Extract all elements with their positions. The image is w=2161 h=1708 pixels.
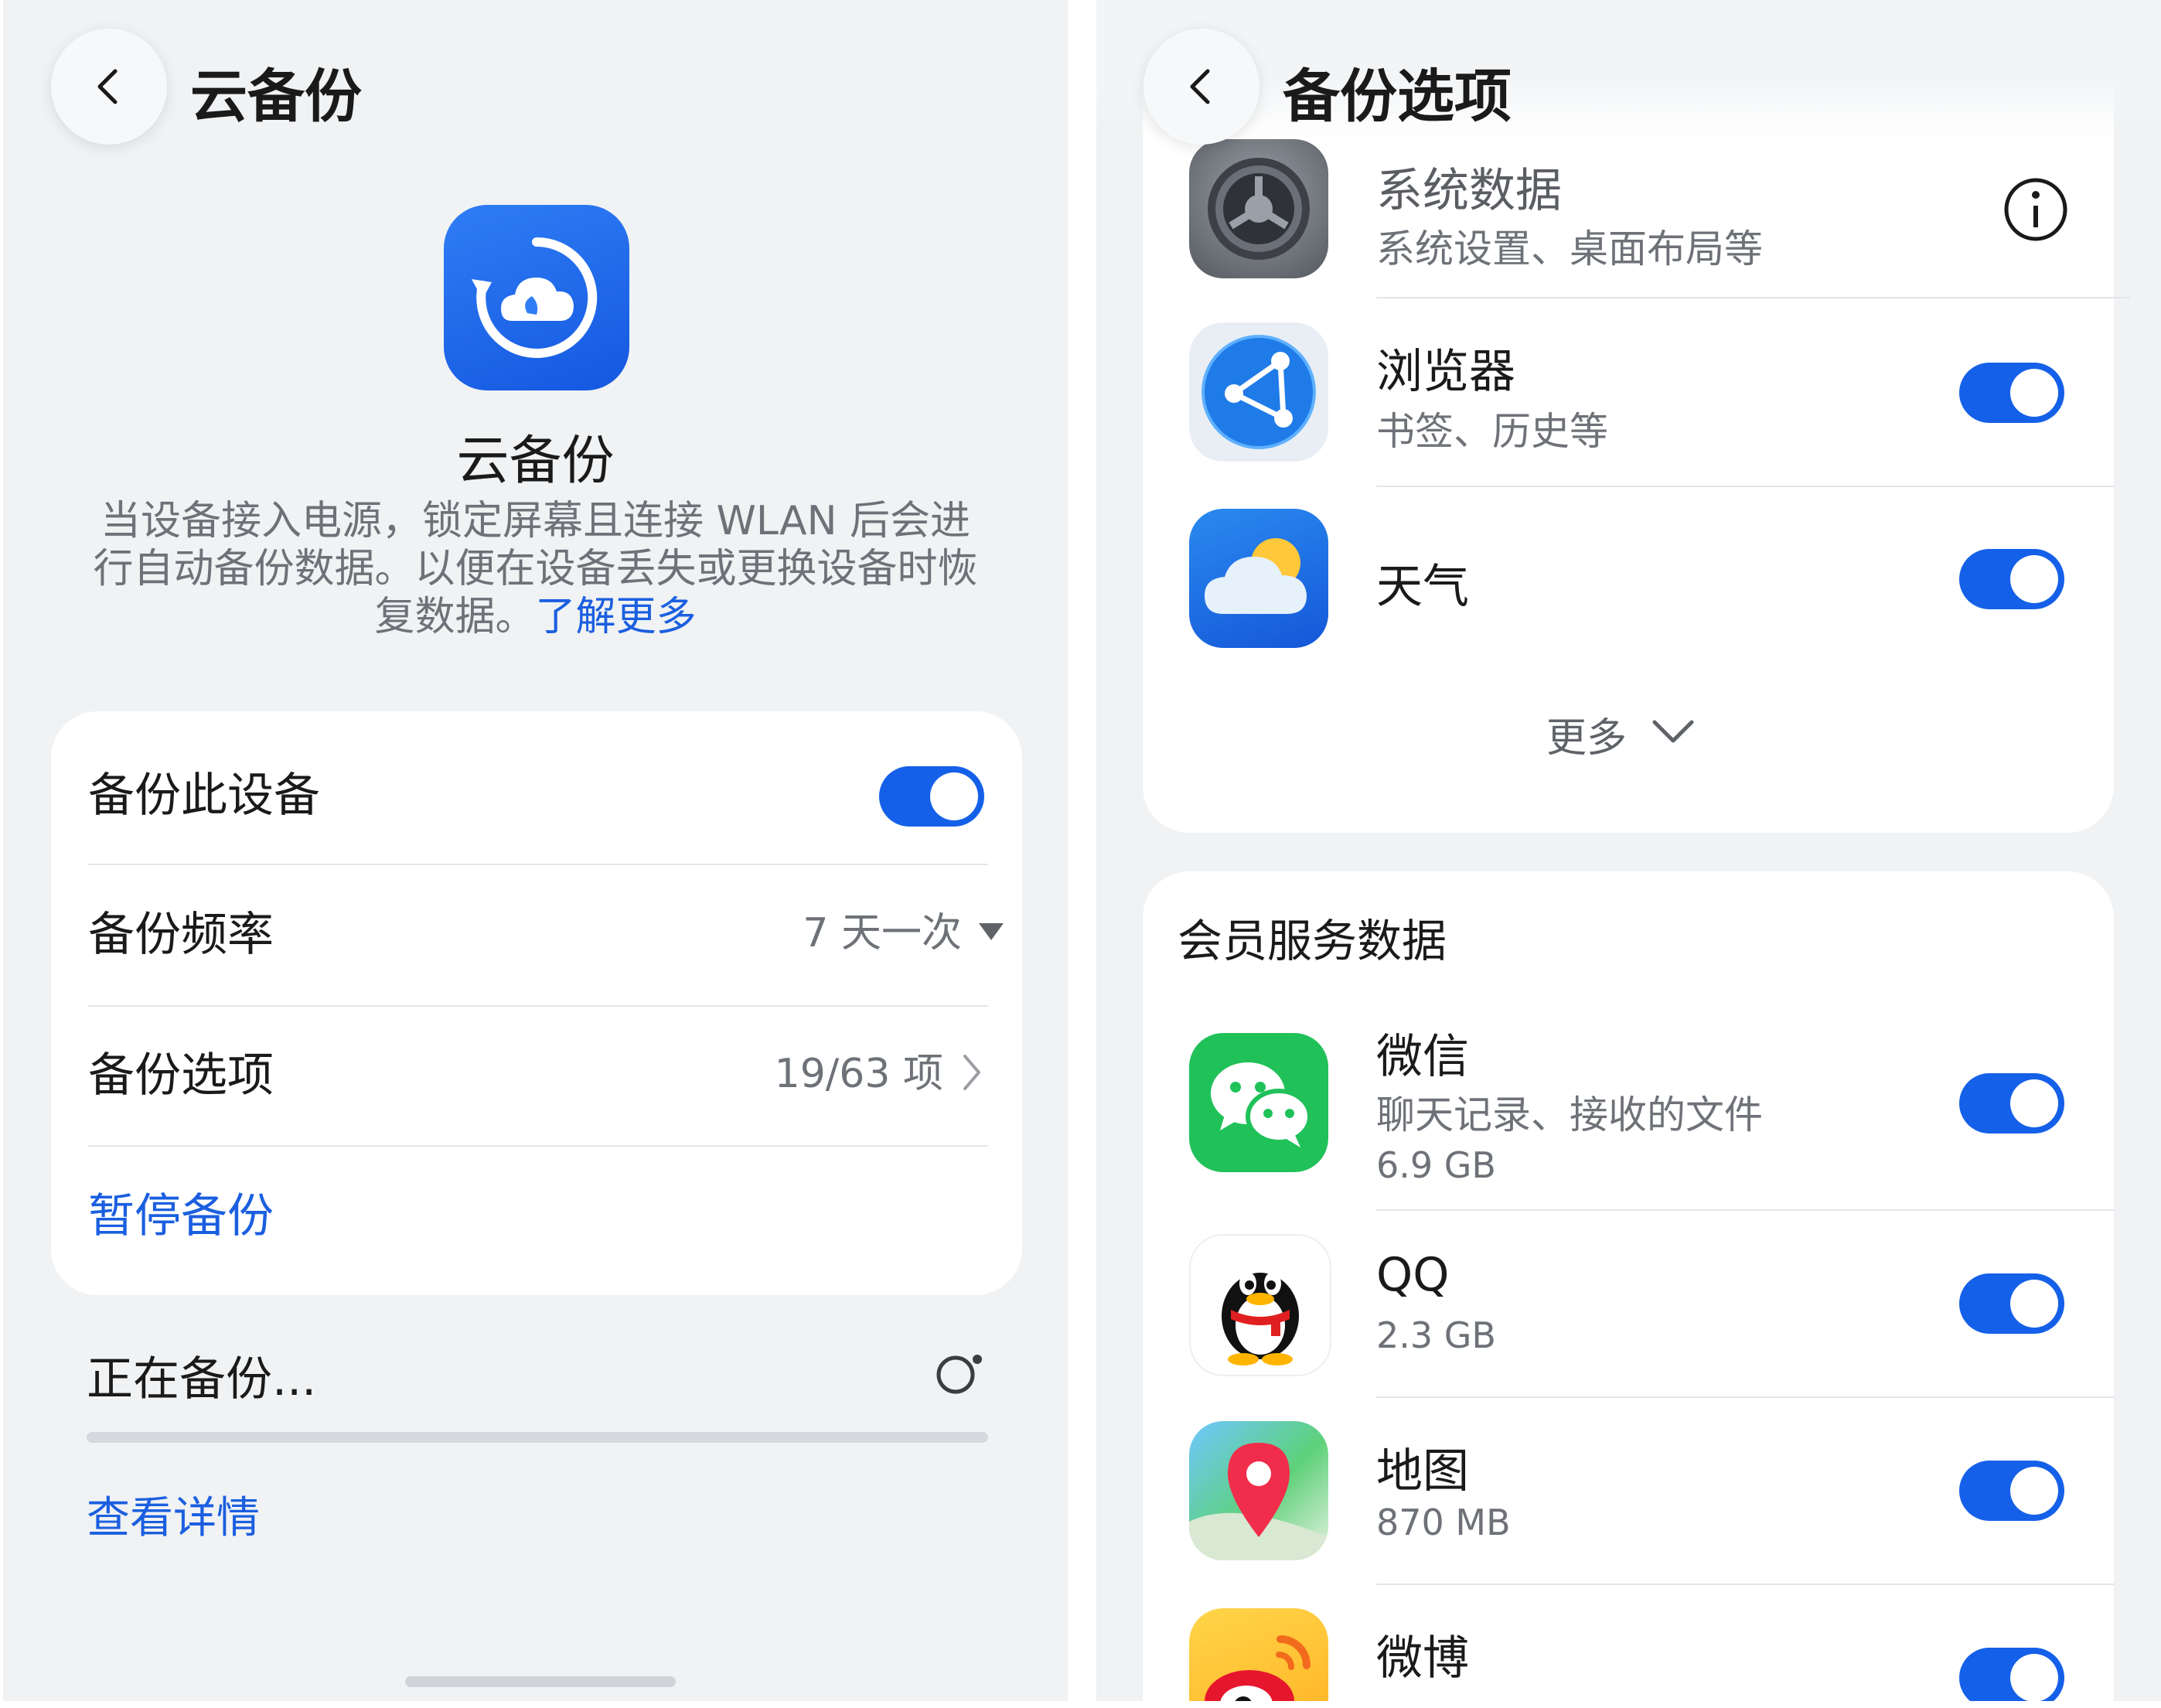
divider [1376, 1396, 2115, 1398]
weather-title: 天气 [1376, 560, 1469, 614]
chevron-left-icon [97, 69, 118, 104]
divider [88, 864, 988, 865]
map-icon [1189, 1443, 1328, 1560]
more-button[interactable]: 更多 [1546, 705, 1627, 763]
wechat-app-icon [1189, 1033, 1328, 1172]
gear-icon [1208, 158, 1310, 260]
divider [1376, 297, 2130, 298]
browser-title: 浏览器 [1376, 345, 1515, 399]
map-app-icon [1189, 1421, 1328, 1560]
description-line-3: 复数据。了解更多 [73, 593, 998, 641]
browser-subtitle: 书签、历史等 [1376, 409, 1608, 454]
weibo-icon [1205, 1635, 1311, 1701]
weather-toggle[interactable] [1959, 549, 2064, 609]
pause-backup-button[interactable]: 暂停备份 [88, 1178, 274, 1246]
weibo-app-icon [1189, 1608, 1328, 1701]
cloud-backup-app-icon [444, 205, 629, 390]
app-name: 云备份 [456, 431, 615, 492]
divider [1376, 1209, 2115, 1211]
system-data-app-icon [1189, 139, 1328, 278]
qq-app-icon [1189, 1234, 1331, 1376]
wechat-subtitle: 聊天记录、接收的文件 [1376, 1093, 1763, 1137]
system-data-subtitle: 系统设置、桌面布局等 [1376, 227, 1763, 271]
options-label: 备份选项 [88, 1048, 274, 1103]
divider [1376, 486, 2115, 487]
qq-title: QQ [1376, 1248, 1450, 1302]
browser-toggle[interactable] [1959, 363, 2064, 423]
backup-options-screen: 系统数据 系统设置、桌面布局等 备份选项 浏览器 书签、历史等 天气 更多 会员… [1096, 0, 2161, 1701]
frequency-value[interactable]: 7 天一次 [803, 900, 962, 958]
wechat-size: 6.9 GB [1376, 1144, 1496, 1186]
frequency-label: 备份频率 [88, 908, 274, 962]
weibo-title: 微博 [1376, 1631, 1469, 1686]
qq-toggle[interactable] [1959, 1273, 2064, 1334]
view-details-link[interactable]: 查看详情 [87, 1483, 260, 1546]
chevron-down-icon[interactable] [1651, 718, 1695, 745]
page-title: 云备份 [190, 63, 362, 130]
back-button[interactable] [51, 29, 167, 145]
divider [88, 1145, 988, 1147]
wechat-title: 微信 [1376, 1030, 1469, 1084]
chevron-right-icon[interactable] [960, 1053, 983, 1092]
wechat-icon [1211, 1062, 1312, 1147]
chevron-left-icon [1190, 69, 1210, 104]
backup-device-label: 备份此设备 [88, 769, 320, 823]
app-description: 当设备接入电源，锁定屏幕且连接 WLAN 后会进 行自动备份数据。以便在设备丢失… [73, 497, 998, 641]
map-title: 地图 [1376, 1444, 1469, 1498]
backup-settings-card: 备份此设备 备份频率 7 天一次 备份选项 19/63 项 暂停备份 [51, 711, 1022, 1295]
qq-icon [1222, 1272, 1299, 1365]
divider [88, 1005, 988, 1007]
loading-spinner-icon [936, 1355, 982, 1394]
weather-icon [1205, 538, 1307, 614]
back-button[interactable] [1144, 29, 1259, 145]
description-line-1: 当设备接入电源，锁定屏幕且连接 WLAN 后会进 [100, 498, 971, 544]
description-line-3-text: 复数据。 [374, 594, 536, 640]
home-indicator [405, 1676, 676, 1687]
divider [1376, 1584, 2115, 1585]
map-size: 870 MB [1376, 1502, 1511, 1543]
weather-app-icon [1189, 509, 1328, 648]
options-value[interactable]: 19/63 项 [775, 1041, 943, 1099]
map-toggle[interactable] [1959, 1461, 2064, 1521]
system-data-title: 系统数据 [1376, 164, 1562, 218]
dropdown-triangle-icon[interactable] [976, 920, 1007, 943]
member-section-title: 会员服务数据 [1178, 915, 1447, 967]
backup-device-toggle[interactable] [879, 766, 984, 827]
cloud-backup-screen: 云备份 云备份 当设备接入电源，锁定屏幕且连接 WLAN 后会进 行自动备份数据… [3, 0, 1068, 1701]
weibo-toggle[interactable] [1959, 1648, 2064, 1701]
wechat-toggle[interactable] [1959, 1073, 2064, 1134]
backup-progress-bar [87, 1432, 988, 1443]
description-line-2: 行自动备份数据。以便在设备丢失或更换设备时恢 [93, 546, 978, 592]
info-icon[interactable] [2003, 176, 2069, 243]
page-title: 备份选项 [1283, 63, 1512, 130]
backup-status-label: 正在备份... [87, 1352, 317, 1406]
browser-icon [1202, 335, 1316, 449]
learn-more-link[interactable]: 了解更多 [536, 594, 697, 640]
qq-size: 2.3 GB [1376, 1314, 1496, 1356]
browser-app-icon [1189, 322, 1328, 462]
